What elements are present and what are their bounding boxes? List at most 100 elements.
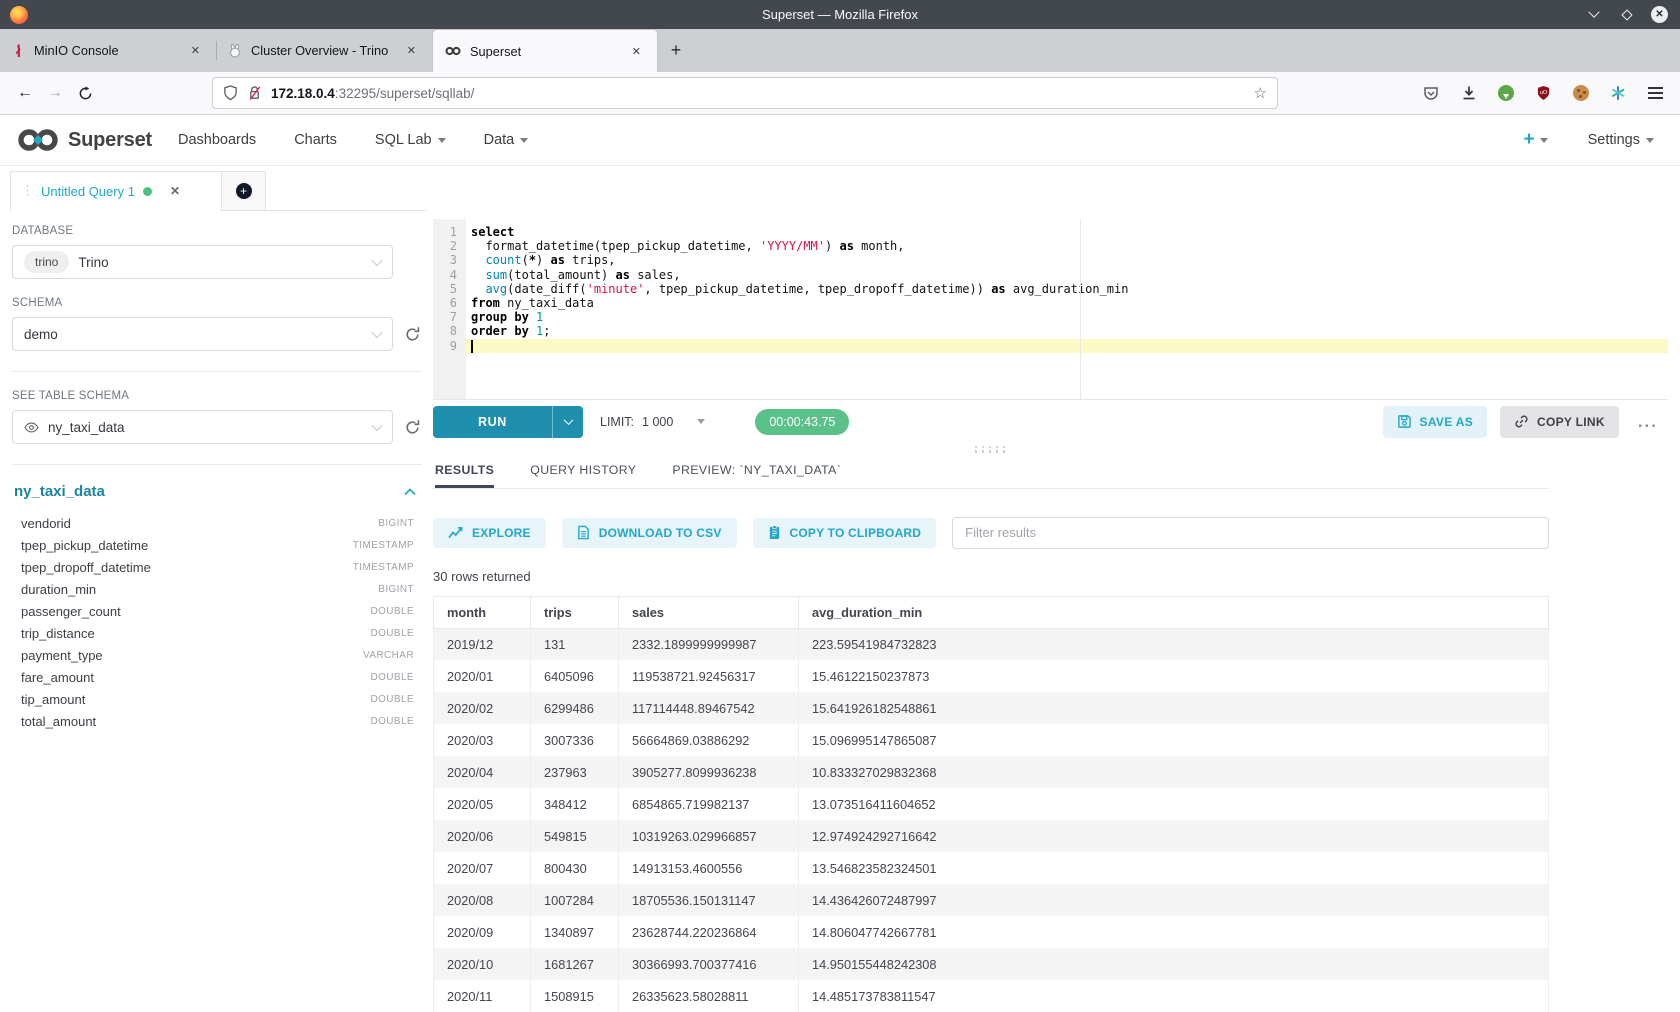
code-line: count(*) as trips, bbox=[466, 253, 1668, 267]
limit-label: LIMIT: bbox=[600, 415, 634, 429]
cookie-extension-icon[interactable] bbox=[1573, 85, 1589, 101]
forward-button[interactable]: → bbox=[40, 78, 70, 108]
explore-button[interactable]: EXPLORE bbox=[433, 518, 546, 548]
sql-editor[interactable]: 123456789 select format_datetime(tpep_pi… bbox=[433, 219, 1668, 399]
table-name-heading[interactable]: ny_taxi_data bbox=[14, 483, 105, 500]
tab-close-icon[interactable]: ✕ bbox=[403, 42, 420, 59]
window-close-button[interactable]: ✕ bbox=[1651, 6, 1668, 23]
results-row: 2020/042379633905277.809993623810.833327… bbox=[434, 756, 1549, 788]
url-bar[interactable]: 172.18.0.4:32295/superset/sqllab/ ☆ bbox=[212, 77, 1278, 109]
results-row: 2020/10168126730366993.70037741614.95015… bbox=[434, 948, 1549, 980]
results-row: 2020/0780043014913153.460055613.54682358… bbox=[434, 852, 1549, 884]
table-refresh-button[interactable] bbox=[402, 419, 422, 436]
bookmark-star-icon[interactable]: ☆ bbox=[1254, 84, 1267, 102]
text-cursor bbox=[471, 340, 473, 353]
run-button[interactable]: RUN bbox=[433, 406, 583, 438]
results-header-row: monthtripssalesavg_duration_min bbox=[434, 596, 1549, 628]
results-column-header[interactable]: trips bbox=[531, 596, 619, 628]
collapse-table-chevron-up-icon[interactable] bbox=[404, 488, 416, 496]
window-minimize-button[interactable] bbox=[1585, 6, 1602, 23]
pane-drag-handle[interactable] bbox=[975, 446, 1008, 453]
results-row: 2020/09134089723628744.22023686414.80604… bbox=[434, 916, 1549, 948]
schema-column-row: trip_distanceDOUBLE bbox=[12, 622, 422, 644]
schema-select[interactable]: demo bbox=[12, 317, 393, 351]
filter-results-input[interactable] bbox=[952, 517, 1549, 549]
line-chart-icon bbox=[448, 526, 463, 539]
download-csv-button[interactable]: DOWNLOAD TO CSV bbox=[562, 518, 737, 548]
run-button-label[interactable]: RUN bbox=[433, 406, 553, 438]
code-line: sum(total_amount) as sales, bbox=[466, 268, 1668, 282]
drag-grip-icon[interactable]: ⋮ bbox=[21, 183, 33, 199]
more-options-button[interactable]: ... bbox=[1632, 412, 1664, 432]
code-line: select bbox=[466, 225, 1668, 239]
query-status-dot bbox=[143, 187, 152, 196]
results-row: 2020/026299486117114448.8946754215.64192… bbox=[434, 692, 1549, 724]
sqllab-left-panel: ⋮ Untitled Query 1 ✕ + DATABASE trino Tr… bbox=[10, 171, 426, 1012]
schema-column-row: duration_minBIGINT bbox=[12, 578, 422, 600]
tab-preview-table[interactable]: PREVIEW: `NY_TAXI_DATA` bbox=[672, 463, 841, 488]
schema-column-row: tpep_pickup_datetimeTIMESTAMP bbox=[12, 534, 422, 556]
code-line: order by 1; bbox=[466, 324, 1668, 338]
superset-infinity-icon bbox=[445, 45, 461, 57]
query-tab-close-icon[interactable]: ✕ bbox=[170, 184, 180, 198]
superset-logo[interactable]: Superset bbox=[16, 126, 152, 154]
run-options-chevron[interactable] bbox=[553, 406, 583, 438]
save-as-button[interactable]: SAVE AS bbox=[1383, 406, 1487, 438]
nav-item-sql-lab[interactable]: SQL Lab bbox=[375, 132, 446, 148]
back-button[interactable]: ← bbox=[10, 78, 40, 108]
schema-label: SCHEMA bbox=[12, 297, 422, 309]
link-icon bbox=[1514, 414, 1529, 429]
tab-query-history[interactable]: QUERY HISTORY bbox=[530, 463, 636, 488]
new-query-tab-button[interactable]: + bbox=[222, 171, 266, 210]
tab-results[interactable]: RESULTS bbox=[435, 463, 494, 488]
schema-refresh-button[interactable] bbox=[402, 326, 422, 343]
privacy-badger-extension-icon[interactable] bbox=[1498, 85, 1514, 101]
insecure-lock-icon[interactable] bbox=[247, 85, 262, 101]
tabs-underline bbox=[433, 488, 1549, 489]
copy-link-button[interactable]: COPY LINK bbox=[1500, 406, 1619, 438]
browser-tab-minio[interactable]: MinIO Console ✕ bbox=[0, 29, 216, 72]
database-select[interactable]: trino Trino bbox=[12, 245, 393, 279]
editor-code[interactable]: select format_datetime(tpep_pickup_datet… bbox=[466, 219, 1668, 399]
results-row: 2020/03300733656664869.0388629215.096995… bbox=[434, 724, 1549, 756]
schema-column-row: passenger_countDOUBLE bbox=[12, 600, 422, 622]
results-column-header[interactable]: avg_duration_min bbox=[799, 596, 1549, 628]
new-tab-button[interactable]: + bbox=[658, 29, 694, 72]
browser-tab-superset[interactable]: Superset ✕ bbox=[432, 29, 658, 72]
brand-name: Superset bbox=[68, 129, 152, 152]
tab-close-icon[interactable]: ✕ bbox=[187, 42, 204, 59]
limit-dropdown[interactable]: LIMIT: 1 000 bbox=[600, 415, 705, 429]
window-maximize-button[interactable] bbox=[1618, 6, 1635, 23]
tab-close-icon[interactable]: ✕ bbox=[628, 43, 645, 60]
trino-bunny-icon bbox=[228, 44, 242, 58]
schema-value: demo bbox=[24, 327, 58, 342]
nav-item-charts[interactable]: Charts bbox=[294, 132, 337, 148]
nav-item-dashboards[interactable]: Dashboards bbox=[178, 132, 256, 148]
pocket-icon[interactable] bbox=[1422, 85, 1439, 102]
results-column-header[interactable]: sales bbox=[619, 596, 799, 628]
copy-to-clipboard-button[interactable]: COPY TO CLIPBOARD bbox=[753, 518, 937, 548]
menu-hamburger-icon[interactable] bbox=[1647, 85, 1664, 102]
browser-tab-trino[interactable]: Cluster Overview - Trino ✕ bbox=[216, 29, 432, 72]
table-select[interactable]: ny_taxi_data bbox=[12, 410, 393, 444]
query-elapsed-timer: 00:00:43.75 bbox=[755, 409, 849, 435]
results-column-header[interactable]: month bbox=[434, 596, 531, 628]
schema-column-list: vendoridBIGINTtpep_pickup_datetimeTIMEST… bbox=[12, 512, 422, 732]
new-item-plus-button[interactable]: + bbox=[1523, 129, 1547, 151]
ublock-origin-extension-icon[interactable]: uO bbox=[1535, 85, 1552, 102]
nav-item-data[interactable]: Data bbox=[484, 132, 529, 148]
database-value: Trino bbox=[78, 255, 108, 270]
results-row: 2020/053484126854865.71998213713.0735164… bbox=[434, 788, 1549, 820]
plus-circle-icon: + bbox=[236, 183, 252, 199]
url-host: 172.18.0.4 bbox=[271, 86, 335, 101]
browser-tab-label: Cluster Overview - Trino bbox=[251, 43, 394, 58]
superset-header: Superset Dashboards Charts SQL Lab Data … bbox=[0, 115, 1680, 166]
browser-tab-label: Superset bbox=[470, 44, 619, 59]
colorful-asterisk-extension-icon[interactable] bbox=[1610, 85, 1626, 101]
settings-menu[interactable]: Settings bbox=[1588, 132, 1654, 148]
reload-button[interactable] bbox=[70, 78, 100, 108]
shield-icon[interactable] bbox=[223, 85, 238, 101]
downloads-icon[interactable] bbox=[1460, 85, 1477, 102]
print-margin-line bbox=[1080, 219, 1081, 399]
query-tab-untitled-1[interactable]: ⋮ Untitled Query 1 ✕ bbox=[10, 171, 222, 211]
